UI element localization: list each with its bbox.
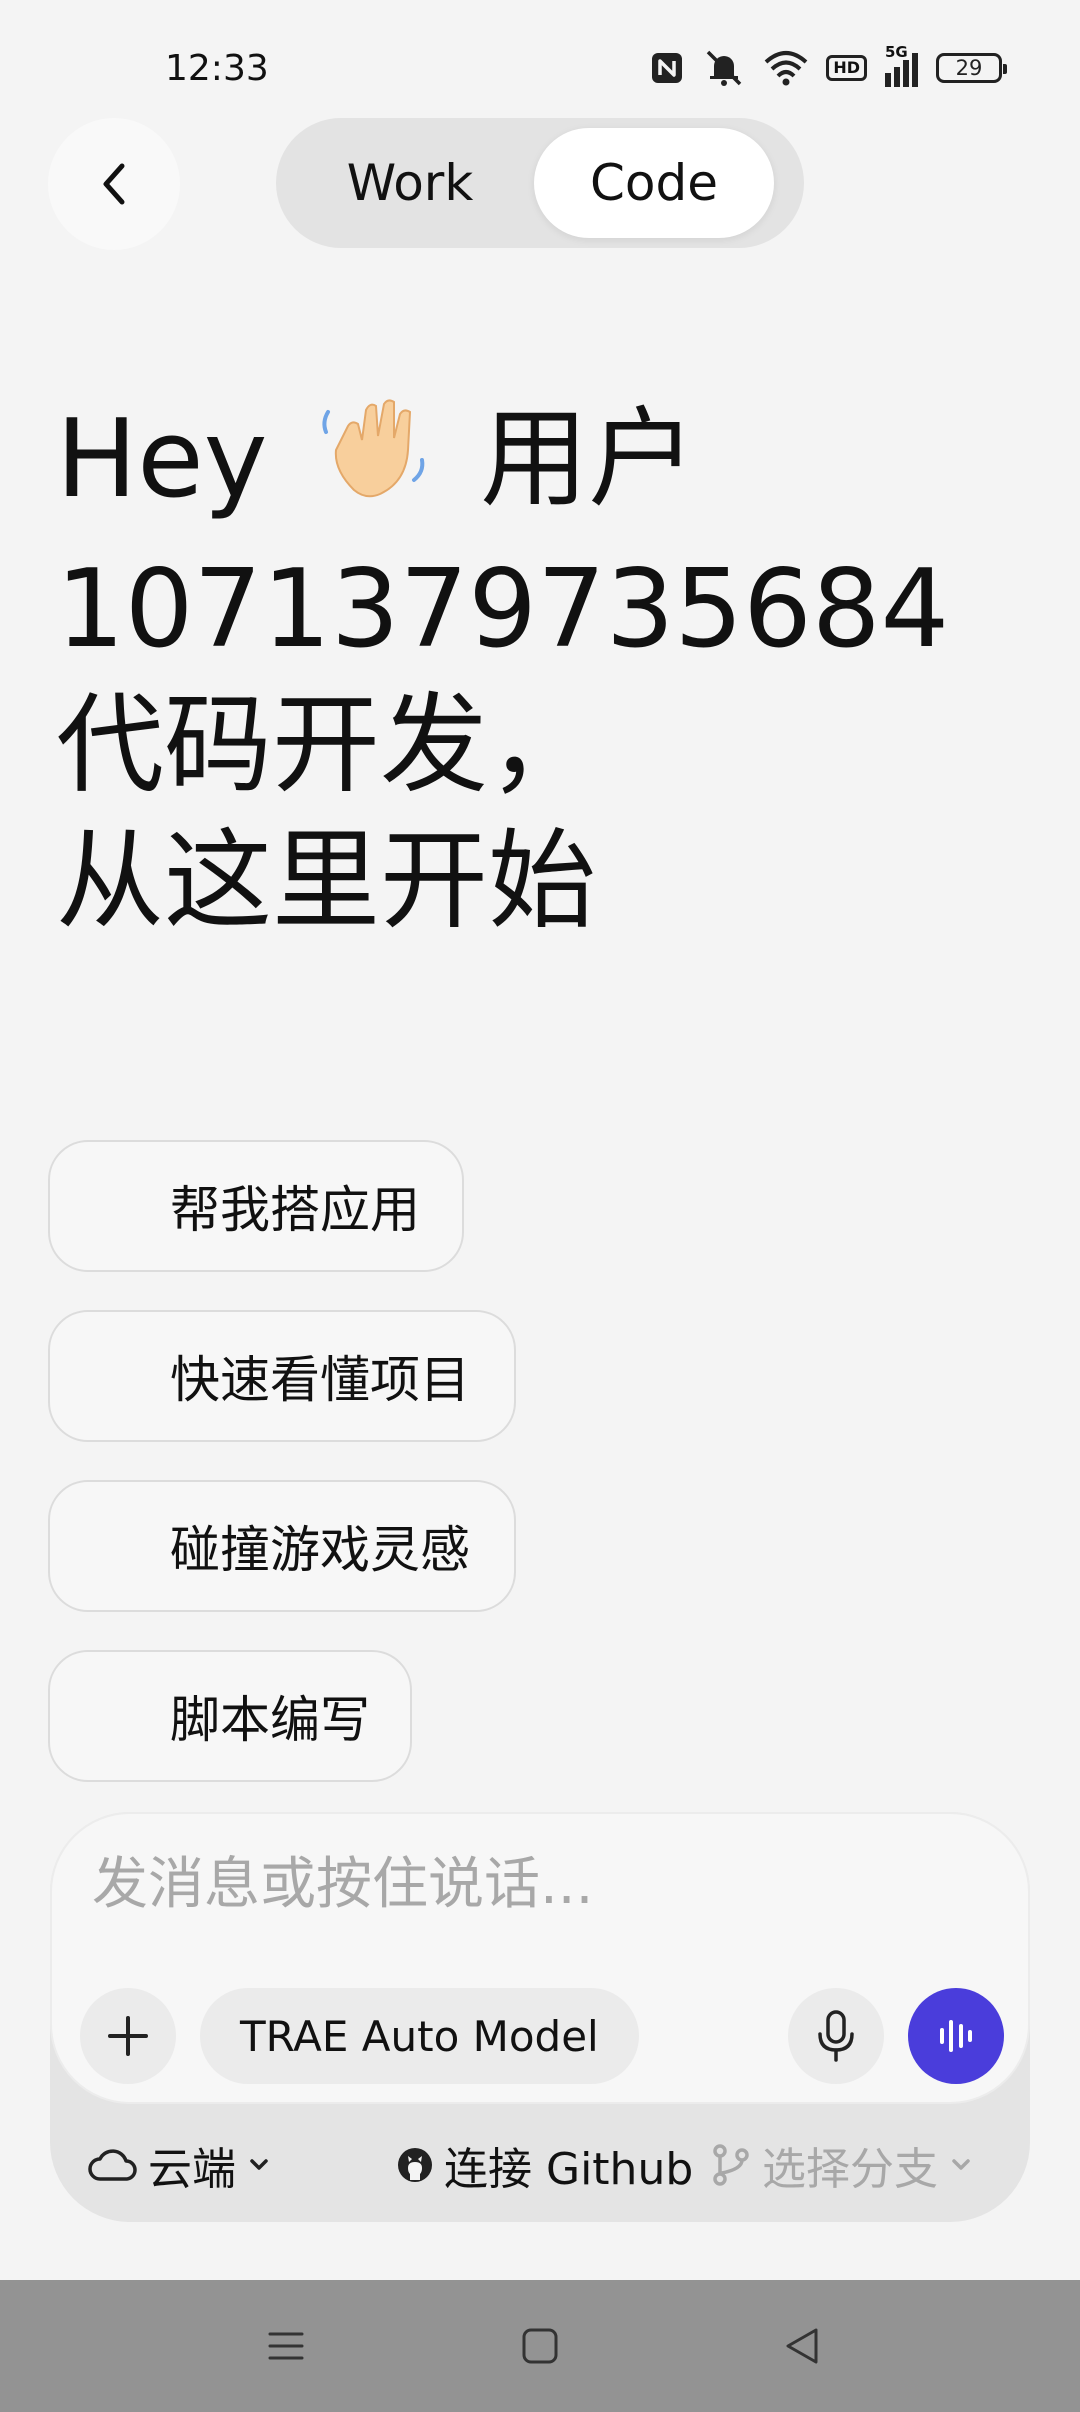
suggestion-chip-game-ideas[interactable]: 碰撞游戏灵感: [48, 1480, 516, 1612]
model-label: TRAE Auto Model: [240, 2011, 599, 2061]
back-button[interactable]: [48, 118, 180, 250]
microphone-icon: [818, 2010, 854, 2062]
environment-select[interactable]: 云端: [86, 2133, 272, 2197]
greeting-line-4: 从这里开始: [56, 819, 597, 944]
greeting-user: 用户: [480, 396, 697, 522]
status-time: 12:33: [165, 48, 269, 89]
mode-switch: Work Code: [276, 118, 804, 248]
suggestion-chips: 帮我搭应用 快速看懂项目 碰撞游戏灵感 脚本编写: [48, 1140, 516, 1782]
github-icon: [398, 2148, 432, 2182]
composer-footer: 云端 连接 Github 选择分支: [50, 2110, 1030, 2220]
nav-menu-button[interactable]: [250, 2310, 322, 2382]
greeting: Hey 用户 1071379735684 代码开发， 从这里开始: [56, 390, 1036, 950]
suggestion-chip-script-writing[interactable]: 脚本编写: [48, 1650, 412, 1782]
tab-code[interactable]: Code: [534, 128, 774, 238]
mic-button[interactable]: [788, 1988, 884, 2084]
waving-hand-emoji: [314, 390, 434, 542]
suggestion-label: 碰撞游戏灵感: [170, 1521, 470, 1579]
suggestion-chip-build-app[interactable]: 帮我搭应用: [48, 1140, 464, 1272]
git-branch-icon: [713, 2144, 749, 2186]
branch-select[interactable]: 选择分支: [710, 2133, 974, 2197]
tab-work[interactable]: Work: [286, 128, 534, 238]
mute-icon: [707, 50, 742, 86]
chevron-down-icon: [952, 2159, 970, 2170]
greeting-line-1: Hey 用户: [56, 390, 1036, 542]
network-type-label: 5G: [885, 43, 908, 61]
home-icon: [522, 2328, 558, 2364]
environment-label: 云端: [148, 2144, 236, 2195]
plus-icon: [108, 2016, 148, 2056]
voice-mode-button[interactable]: [908, 1988, 1004, 2084]
add-attachment-button[interactable]: [80, 1988, 176, 2084]
composer: TRAE Auto Model: [50, 1812, 1030, 2104]
sound-wave-icon: [940, 2020, 972, 2052]
menu-icon: [268, 2332, 304, 2360]
nav-home-button[interactable]: [504, 2310, 576, 2382]
connect-github-button[interactable]: 连接 Github: [396, 2133, 693, 2197]
chevron-down-icon: [250, 2159, 268, 2170]
suggestion-label: 脚本编写: [170, 1691, 370, 1749]
branch-label: 选择分支: [762, 2144, 938, 2195]
suggestion-label: 帮我搭应用: [170, 1181, 420, 1239]
back-triangle-icon: [786, 2328, 818, 2364]
chevron-left-icon: [103, 163, 125, 205]
wifi-icon: [764, 51, 808, 86]
signal-icon: 5G: [885, 43, 918, 87]
model-select[interactable]: TRAE Auto Model: [200, 1988, 639, 2084]
hd-icon: HD: [826, 55, 867, 81]
status-icons: HD 5G 29: [650, 43, 1007, 90]
greeting-hey: Hey: [56, 396, 268, 522]
cloud-icon: [88, 2149, 137, 2181]
status-bar: 12:33 HD 5G 29: [0, 0, 1080, 130]
nfc-icon: [652, 53, 683, 83]
battery-level: 29: [955, 56, 983, 80]
github-label: 连接 Github: [444, 2144, 694, 2195]
message-input[interactable]: [92, 1852, 972, 1917]
suggestion-chip-understand-project[interactable]: 快速看懂项目: [48, 1310, 516, 1442]
suggestion-label: 快速看懂项目: [170, 1351, 470, 1409]
nav-back-button[interactable]: [766, 2310, 838, 2382]
greeting-user-id: 1071379735684: [56, 547, 950, 672]
battery-icon: 29: [936, 53, 1007, 83]
greeting-line-3: 代码开发，: [56, 683, 597, 808]
system-nav-bar: [0, 2280, 1080, 2412]
